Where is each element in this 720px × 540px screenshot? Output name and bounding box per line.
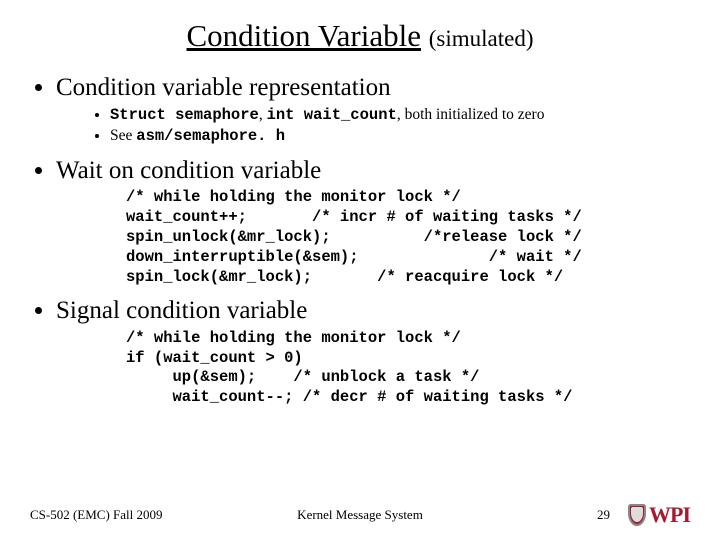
code-block-signal: /* while holding the monitor lock */ if … — [126, 329, 690, 408]
bullet-heading: Wait on condition variable — [56, 157, 321, 184]
footer-page-number: 29 — [597, 507, 610, 523]
footer-left: CS-502 (EMC) Fall 2009 — [30, 507, 163, 523]
shield-icon — [628, 504, 646, 526]
footer-center: Kernel Message System — [297, 507, 423, 523]
logo-text: WPI — [649, 504, 690, 526]
bullet-signal: Signal condition variable /* while holdi… — [56, 295, 690, 408]
plain-text: , both initialized to zero — [397, 106, 545, 123]
slide-title: Condition Variable (simulated) — [30, 18, 690, 54]
bullet-heading: Condition variable representation — [56, 74, 391, 101]
slide: Condition Variable (simulated) Condition… — [0, 0, 720, 540]
content-list: Condition variable representation Struct… — [30, 72, 690, 408]
title-main: Condition Variable — [187, 18, 421, 53]
plain-text: See — [110, 127, 136, 144]
sub-list-representation: Struct semaphore, int wait_count, both i… — [56, 105, 690, 147]
code-block-wait: /* while holding the monitor lock */ wai… — [126, 188, 690, 287]
code-text: asm/semaphore. h — [136, 127, 285, 145]
code-text: Struct semaphore — [110, 106, 259, 124]
sub-item: Struct semaphore, int wait_count, both i… — [110, 105, 690, 126]
code-text: int wait_count — [267, 106, 397, 124]
bullet-heading: Signal condition variable — [56, 297, 307, 324]
sub-item: See asm/semaphore. h — [110, 126, 690, 147]
title-paren: (simulated) — [429, 26, 534, 51]
wpi-logo: WPI — [628, 504, 690, 526]
bullet-wait: Wait on condition variable /* while hold… — [56, 155, 690, 287]
plain-text: , — [259, 106, 267, 123]
bullet-representation: Condition variable representation Struct… — [56, 72, 690, 147]
footer: CS-502 (EMC) Fall 2009 Kernel Message Sy… — [0, 504, 720, 526]
